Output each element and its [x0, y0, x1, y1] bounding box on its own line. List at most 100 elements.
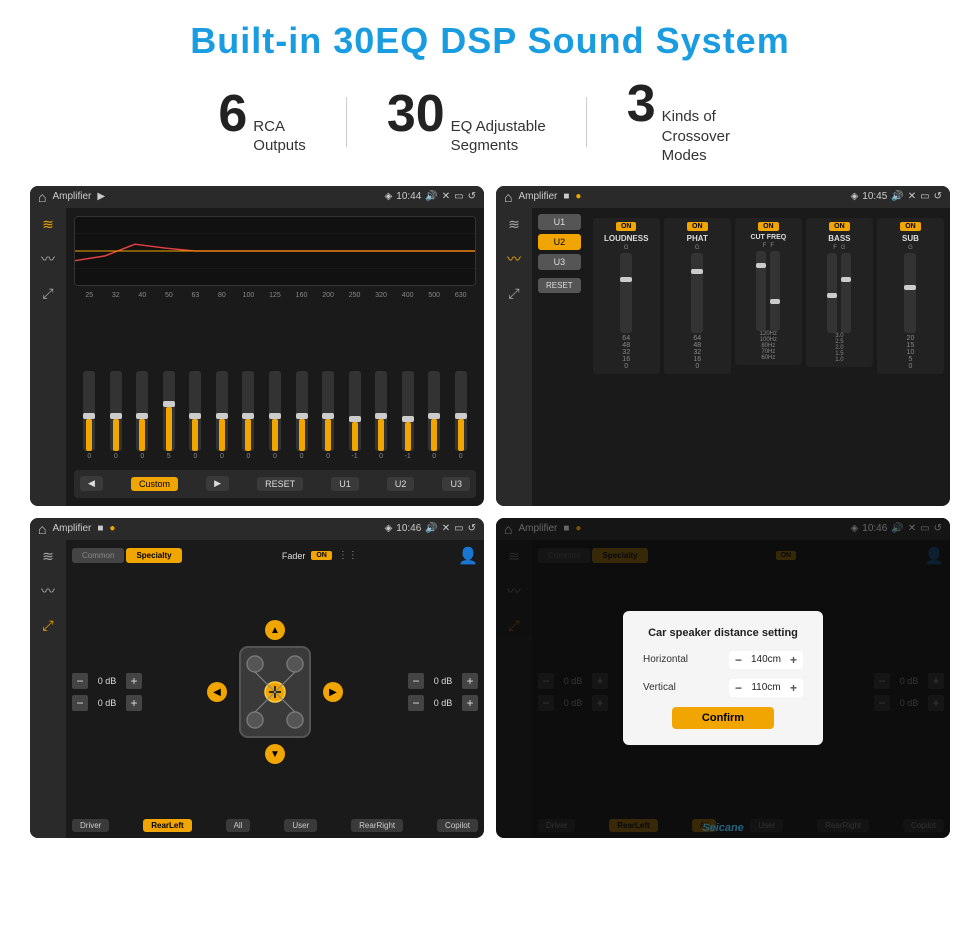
eq-main-area: 25 32 40 50 63 80 100 125 160 200 250 32…	[66, 208, 484, 506]
slider-14[interactable]: 0	[421, 371, 448, 460]
freq-200: 200	[315, 292, 342, 299]
u3-btn[interactable]: U3	[538, 254, 581, 270]
volume-icon-1[interactable]: 🔊	[425, 191, 437, 202]
phat-on-btn[interactable]: ON	[687, 222, 708, 231]
eq-icon-1[interactable]: ≋	[42, 216, 54, 233]
vol-br-minus[interactable]: −	[408, 695, 424, 711]
specialty-tab[interactable]: Specialty	[126, 548, 181, 563]
sub-on-btn[interactable]: ON	[900, 222, 921, 231]
slider-8[interactable]: 0	[262, 371, 289, 460]
vol-tl-minus[interactable]: −	[72, 673, 88, 689]
fader-toggle[interactable]: ⋮⋮	[338, 550, 358, 561]
bass-on-btn[interactable]: ON	[829, 222, 850, 231]
slider-9[interactable]: 0	[288, 371, 315, 460]
slider-15[interactable]: 0	[447, 371, 474, 460]
close-icon-3[interactable]: ✕	[442, 523, 450, 534]
u1-btn-1[interactable]: U1	[331, 477, 359, 491]
eq-icon-2[interactable]: ≋	[508, 216, 520, 233]
slider-6[interactable]: 0	[209, 371, 236, 460]
confirm-button[interactable]: Confirm	[672, 707, 774, 729]
reset-btn-1[interactable]: RESET	[257, 477, 303, 491]
loudness-on-btn[interactable]: ON	[616, 222, 637, 231]
wave-icon-2[interactable]: 〰	[507, 249, 521, 269]
slider-11[interactable]: -1	[341, 371, 368, 460]
common-tab[interactable]: Common	[72, 548, 124, 563]
fader-up-btn[interactable]: ▲	[265, 620, 285, 640]
fader-left-btn[interactable]: ◀	[207, 682, 227, 702]
home-icon-2[interactable]: ⌂	[504, 189, 512, 205]
horizontal-label: Horizontal	[643, 654, 688, 665]
eq-icon-3[interactable]: ≋	[42, 548, 54, 565]
slider-4[interactable]: 5	[156, 371, 183, 460]
vertical-plus[interactable]: +	[790, 681, 797, 695]
fader-on-badge[interactable]: ON	[311, 551, 332, 560]
volume-icon-3[interactable]: 🔊	[425, 523, 437, 534]
zone-all[interactable]: All	[226, 819, 251, 832]
volume-icon-2[interactable]: 🔊	[891, 191, 903, 202]
vol-bl-plus[interactable]: +	[126, 695, 142, 711]
vol-br-plus[interactable]: +	[462, 695, 478, 711]
vol-bl-minus[interactable]: −	[72, 695, 88, 711]
freq-50: 50	[156, 292, 183, 299]
zone-rearright[interactable]: RearRight	[351, 819, 403, 832]
horizontal-plus[interactable]: +	[790, 653, 797, 667]
wave-icon-3[interactable]: 〰	[41, 581, 55, 601]
custom-btn[interactable]: Custom	[131, 477, 178, 491]
window-icon-1[interactable]: ▭	[454, 191, 463, 202]
expand-icon-3[interactable]: ⤢	[42, 617, 53, 634]
play-btn[interactable]: ▶	[206, 476, 229, 491]
screenshots-grid: ⌂ Amplifier ▶ ◈ 10:44 🔊 ✕ ▭ ↺ ≋ 〰 ⤢	[30, 186, 950, 838]
zone-user[interactable]: User	[284, 819, 317, 832]
fader-right-btn[interactable]: ▶	[323, 682, 343, 702]
expand-icon-2[interactable]: ⤢	[508, 285, 519, 302]
window-icon-3[interactable]: ▭	[454, 523, 463, 534]
slider-13[interactable]: -1	[394, 371, 421, 460]
vol-br-val: 0 dB	[428, 698, 458, 708]
screen3-content: ≋ 〰 ⤢ Common Specialty Fader ON	[30, 540, 484, 838]
vertical-label: Vertical	[643, 682, 676, 693]
freq-630: 630	[447, 292, 474, 299]
home-icon-3[interactable]: ⌂	[38, 521, 46, 537]
stat-crossover-text: Kinds of Crossover Modes	[662, 107, 762, 166]
rec-icon-2: ■	[563, 191, 569, 202]
slider-5[interactable]: 0	[182, 371, 209, 460]
channel-cutfreq: ON CUT FREQ F F	[735, 218, 802, 365]
vol-tr-plus[interactable]: +	[462, 673, 478, 689]
slider-3[interactable]: 0	[129, 371, 156, 460]
wave-icon-1[interactable]: 〰	[41, 249, 55, 269]
back-icon-3[interactable]: ↺	[468, 523, 476, 534]
u3-btn-1[interactable]: U3	[442, 477, 470, 491]
fader-down-btn[interactable]: ▼	[265, 744, 285, 764]
slider-2[interactable]: 0	[103, 371, 130, 460]
dot-icon-2: ●	[575, 191, 581, 202]
slider-12[interactable]: 0	[368, 371, 395, 460]
slider-1[interactable]: 0	[76, 371, 103, 460]
prev-btn[interactable]: ◀	[80, 476, 103, 491]
user-icon-3[interactable]: 👤	[458, 546, 478, 566]
horizontal-val: 140cm	[746, 654, 786, 665]
expand-icon-1[interactable]: ⤢	[42, 285, 53, 302]
slider-10[interactable]: 0	[315, 371, 342, 460]
close-icon-1[interactable]: ✕	[442, 191, 450, 202]
u2-btn-1[interactable]: U2	[387, 477, 415, 491]
vertical-minus[interactable]: −	[735, 681, 742, 695]
horizontal-minus[interactable]: −	[735, 653, 742, 667]
status-right-1: ◈ 10:44 🔊 ✕ ▭ ↺	[385, 191, 476, 202]
cutfreq-on-btn[interactable]: ON	[758, 222, 779, 231]
back-icon-2[interactable]: ↺	[934, 191, 942, 202]
play-icon-1[interactable]: ▶	[97, 191, 105, 202]
vol-row-bl: − 0 dB +	[72, 695, 142, 711]
vol-tl-plus[interactable]: +	[126, 673, 142, 689]
close-icon-2[interactable]: ✕	[908, 191, 916, 202]
zone-driver[interactable]: Driver	[72, 819, 109, 832]
vol-tr-minus[interactable]: −	[408, 673, 424, 689]
back-icon-1[interactable]: ↺	[468, 191, 476, 202]
home-icon-1[interactable]: ⌂	[38, 189, 46, 205]
u1-btn[interactable]: U1	[538, 214, 581, 230]
u2-btn[interactable]: U2	[538, 234, 581, 250]
zone-rearleft[interactable]: RearLeft	[143, 819, 191, 832]
reset-btn-2[interactable]: RESET	[538, 278, 581, 293]
window-icon-2[interactable]: ▭	[920, 191, 929, 202]
zone-copilot[interactable]: Copilot	[437, 819, 478, 832]
slider-7[interactable]: 0	[235, 371, 262, 460]
